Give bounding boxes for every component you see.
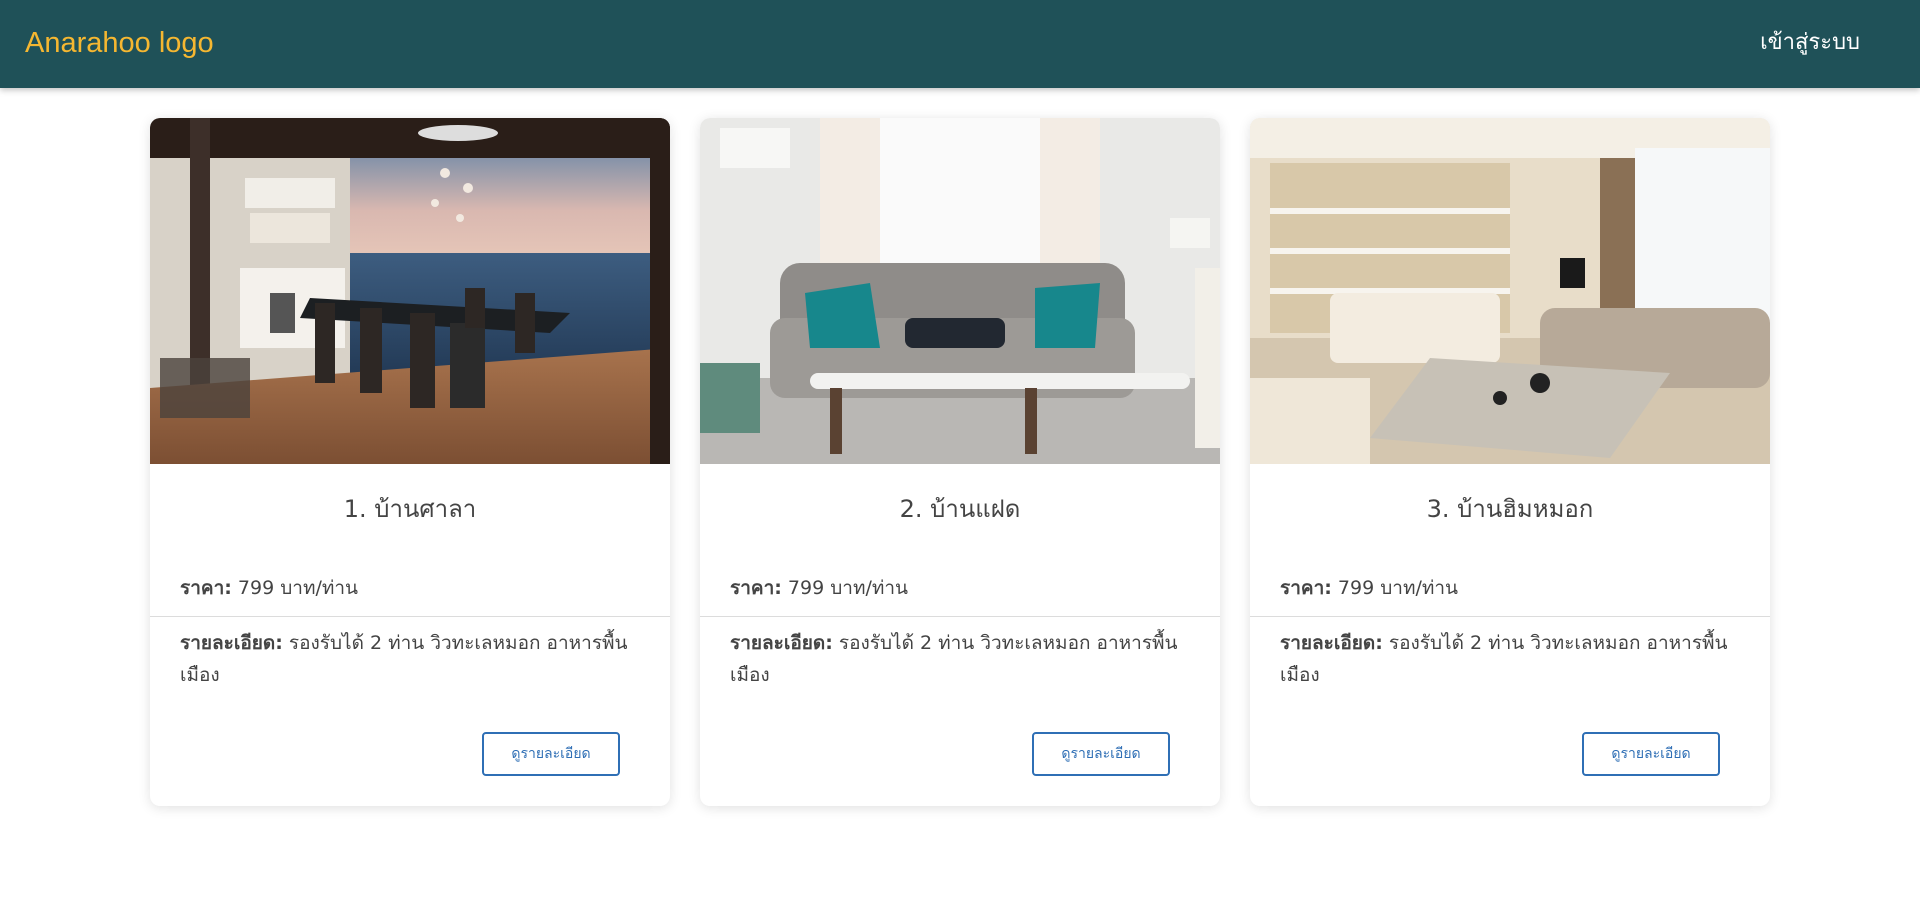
- card-title: 3. บ้านฮิมหมอก: [1426, 495, 1594, 523]
- view-details-button[interactable]: ดูรายละเอียด: [1582, 732, 1720, 776]
- listing-card: 3. บ้านฮิมหมอก ราคา: 799 บาท/ท่าน รายละเ…: [1250, 118, 1770, 806]
- price-value: 799 บาท/ท่าน: [237, 577, 359, 599]
- luxury-living-room-photo[interactable]: [1250, 118, 1770, 464]
- detail-label: รายละเอียด:: [1280, 632, 1383, 654]
- card-price: ราคา: 799 บาท/ท่าน: [730, 575, 908, 601]
- price-label: ราคา:: [730, 577, 782, 599]
- card-detail: รายละเอียด: รองรับได้ 2 ท่าน วิวทะเลหมอก…: [1280, 627, 1750, 691]
- price-value: 799 บาท/ท่าน: [1337, 577, 1459, 599]
- dining-room-photo[interactable]: [150, 118, 670, 464]
- living-room-photo[interactable]: [700, 118, 1220, 464]
- card-price: ราคา: 799 บาท/ท่าน: [1280, 575, 1458, 601]
- detail-label: รายละเอียด:: [730, 632, 833, 654]
- card-price: ราคา: 799 บาท/ท่าน: [180, 575, 358, 601]
- price-label: ราคา:: [1280, 577, 1332, 599]
- card-detail: รายละเอียด: รองรับได้ 2 ท่าน วิวทะเลหมอก…: [730, 627, 1200, 691]
- view-details-button[interactable]: ดูรายละเอียด: [482, 732, 620, 776]
- listing-card: 2. บ้านแฝด ราคา: 799 บาท/ท่าน รายละเอียด…: [700, 118, 1220, 806]
- detail-label: รายละเอียด:: [180, 632, 283, 654]
- view-details-button[interactable]: ดูรายละเอียด: [1032, 732, 1170, 776]
- card-divider: [150, 616, 670, 617]
- login-link[interactable]: เข้าสู่ระบบ: [1760, 28, 1860, 58]
- card-detail: รายละเอียด: รองรับได้ 2 ท่าน วิวทะเลหมอก…: [180, 627, 650, 691]
- card-title: 1. บ้านศาลา: [343, 495, 477, 523]
- price-value: 799 บาท/ท่าน: [787, 577, 909, 599]
- card-title: 2. บ้านแฝด: [899, 495, 1021, 523]
- price-label: ราคา:: [180, 577, 232, 599]
- navbar: Anarahoo logo เข้าสู่ระบบ: [0, 0, 1920, 88]
- brand-logo[interactable]: Anarahoo logo: [25, 25, 214, 61]
- card-divider: [700, 616, 1220, 617]
- listing-card: 1. บ้านศาลา ราคา: 799 บาท/ท่าน รายละเอีย…: [150, 118, 670, 806]
- card-divider: [1250, 616, 1770, 617]
